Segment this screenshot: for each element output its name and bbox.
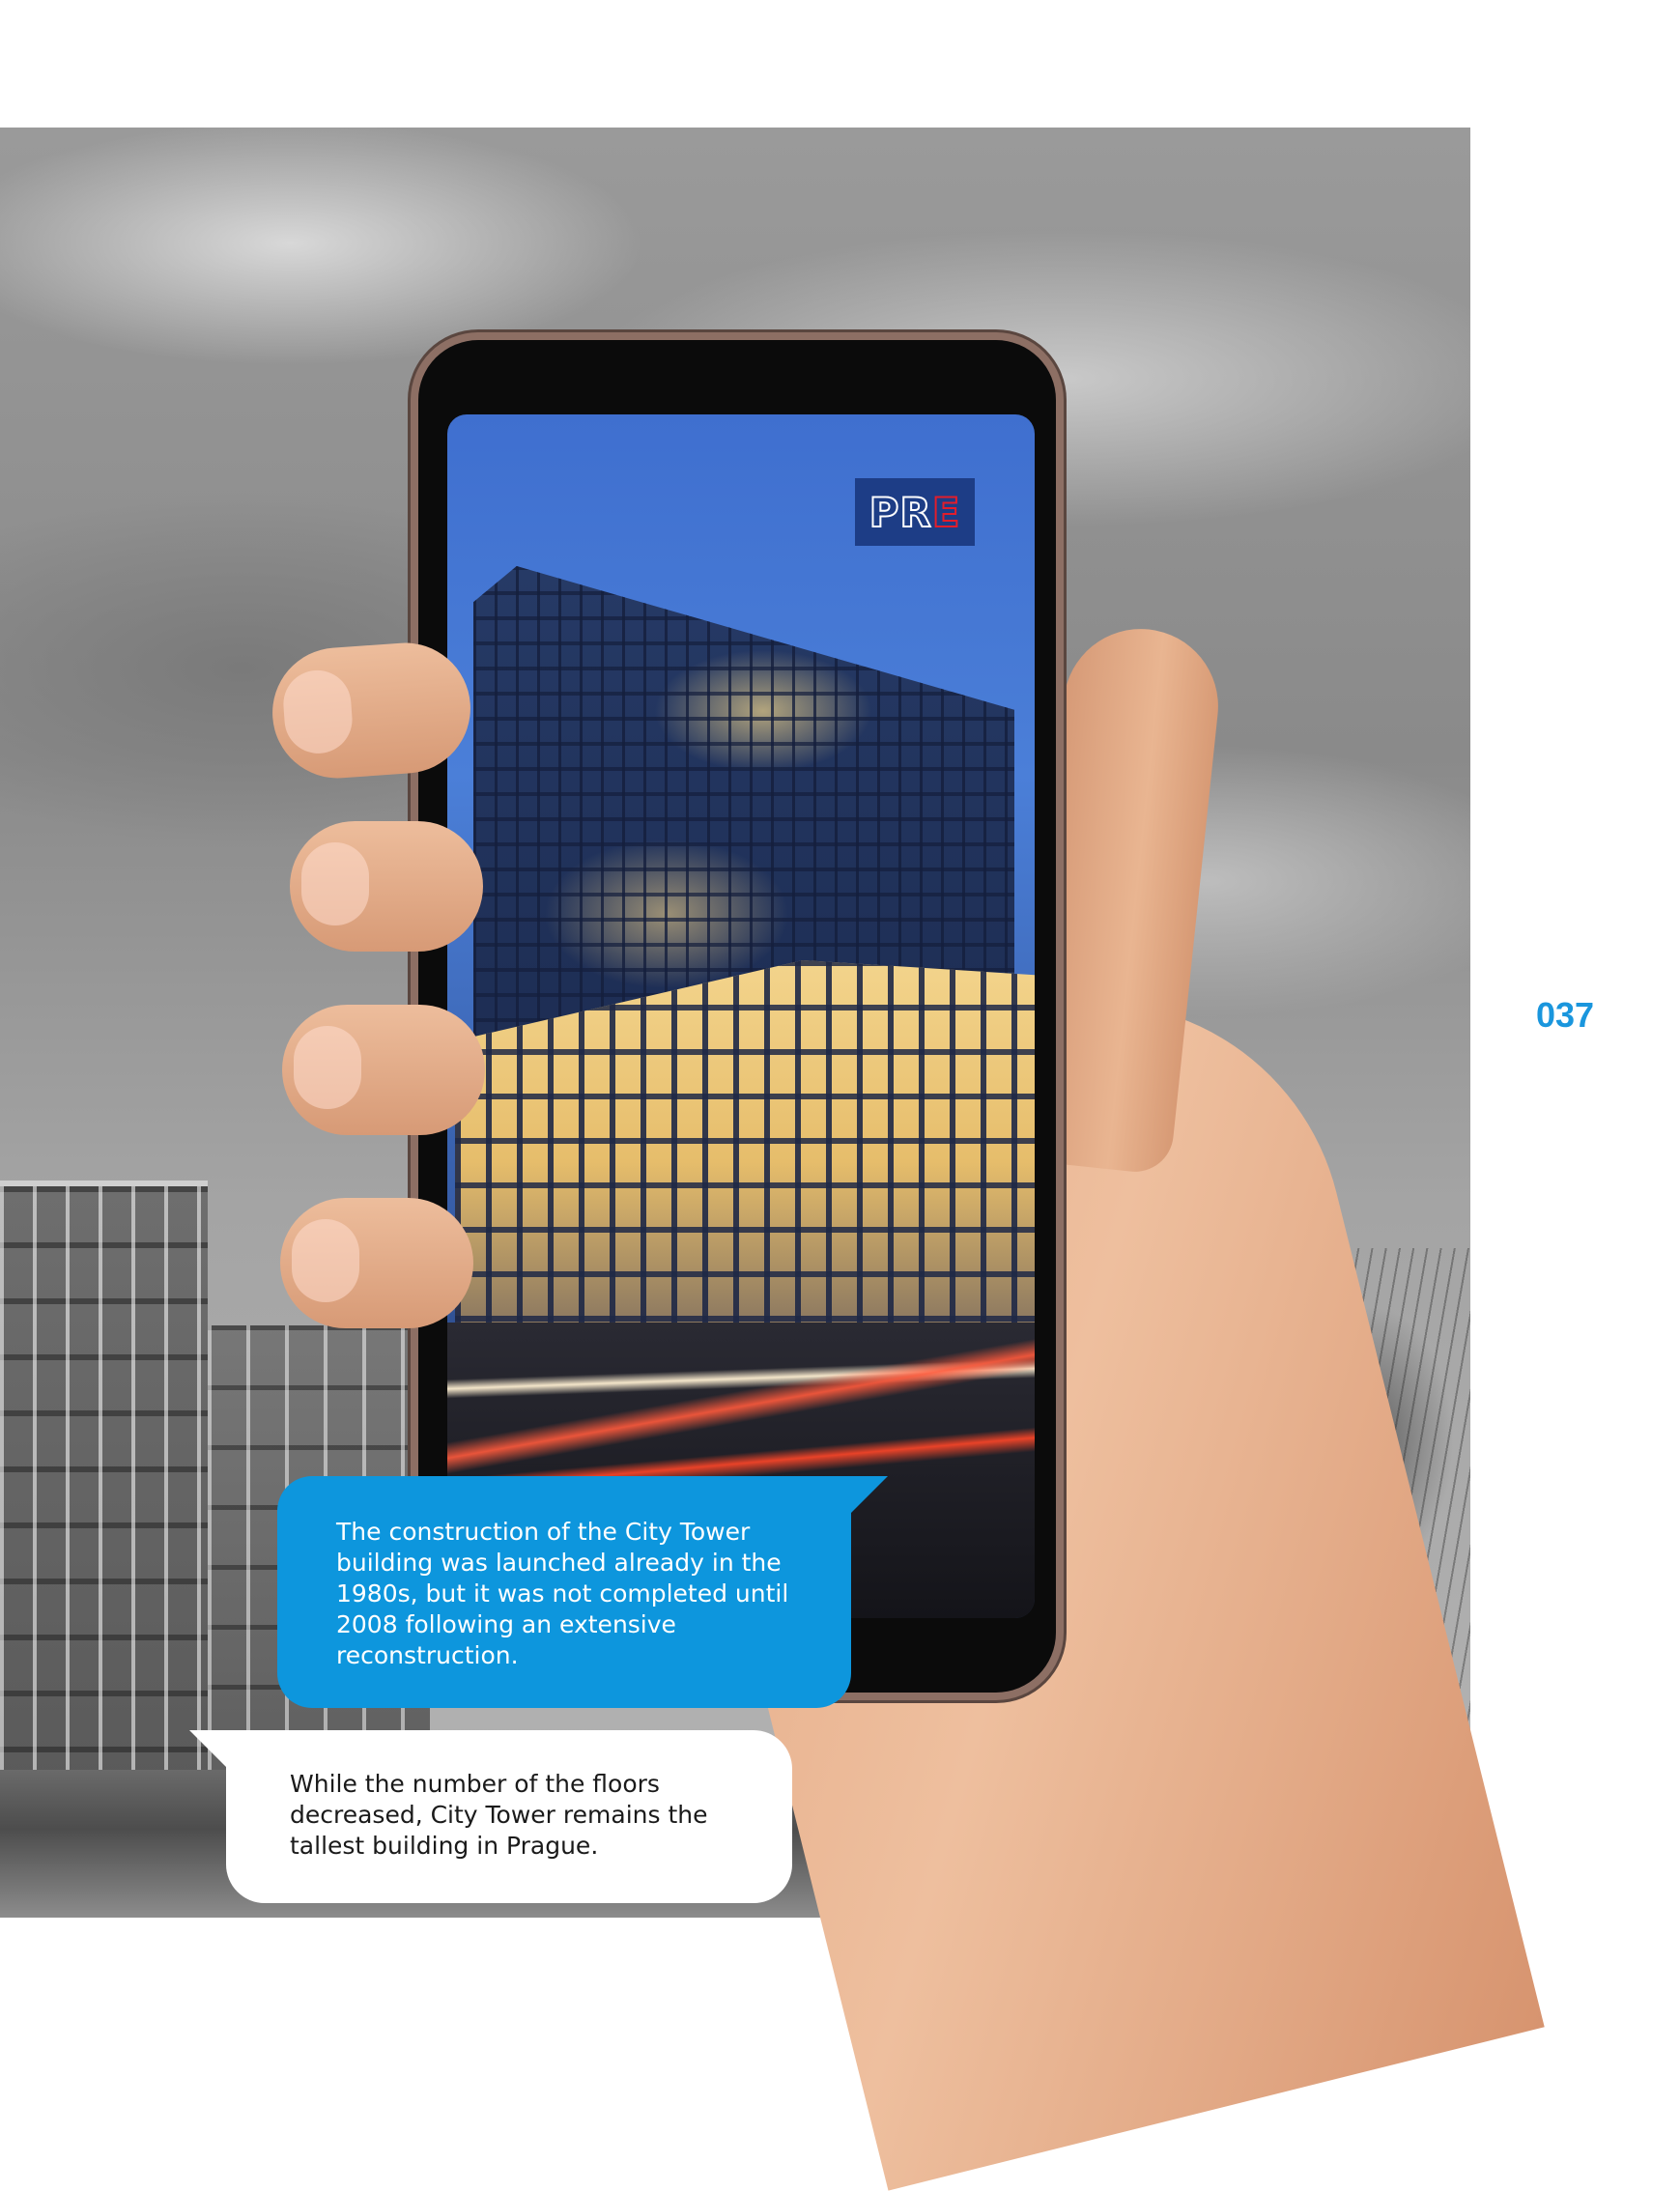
caption-bubble-construction: The construction of the City Tower build…	[277, 1476, 888, 1708]
fingernail	[281, 668, 355, 756]
caption-construction-text: The construction of the City Tower build…	[336, 1518, 789, 1669]
pre-logo: PR E	[855, 478, 975, 546]
caption-bubble-tallest: While the number of the floors decreased…	[189, 1730, 792, 1903]
caption-tallest-text: While the number of the floors decreased…	[290, 1770, 708, 1860]
little-finger	[280, 1198, 473, 1328]
pre-logo-e: E	[931, 488, 961, 537]
ring-finger	[282, 1005, 485, 1135]
fingernail	[294, 1026, 361, 1109]
background-building-left	[0, 1181, 208, 1785]
fingernail	[292, 1219, 359, 1302]
phone-screen: PR E	[447, 414, 1035, 1618]
page-number: 037	[1536, 995, 1595, 1035]
pre-logo-pr: PR	[868, 488, 932, 537]
middle-finger	[290, 821, 483, 952]
fingernail	[301, 842, 369, 925]
